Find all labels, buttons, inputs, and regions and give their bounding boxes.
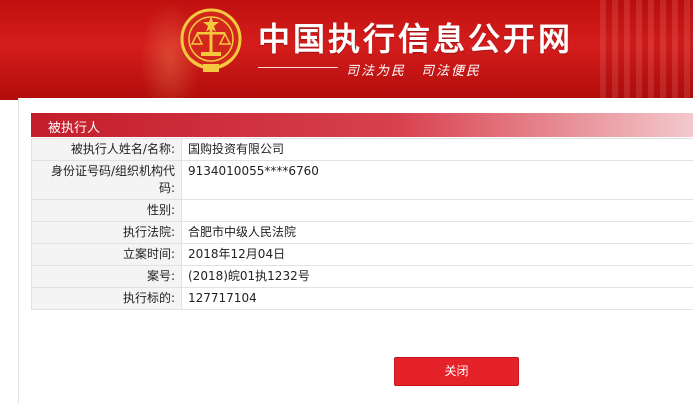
row-value: (2018)皖01执1232号 [181, 265, 693, 288]
row-value [181, 199, 693, 222]
row-label: 执行标的: [31, 287, 182, 310]
table-row: 案号: (2018)皖01执1232号 [31, 265, 693, 288]
table-row: 执行标的: 127717104 [31, 287, 693, 310]
row-label: 案号: [31, 265, 182, 288]
row-label: 性别: [31, 199, 182, 222]
site-title: 中国执行信息公开网 [258, 20, 574, 58]
table-row: 被执行人姓名/名称: 国购投资有限公司 [31, 138, 693, 161]
table-row: 执行法院: 合肥市中级人民法院 [31, 221, 693, 244]
panel-heading-label: 被执行人 [48, 121, 101, 136]
row-label: 被执行人姓名/名称: [31, 138, 182, 161]
row-value: 2018年12月04日 [181, 243, 693, 266]
building-decoration [600, 0, 693, 100]
row-value: 127717104 [181, 287, 693, 310]
row-label: 立案时间: [31, 243, 182, 266]
detail-panel: 被执行人 被执行人姓名/名称: 国购投资有限公司 身份证号码/组织机构代码: 9… [18, 98, 693, 404]
table-row: 立案时间: 2018年12月04日 [31, 243, 693, 266]
table-row: 身份证号码/组织机构代码: 9134010055****6760 [31, 160, 693, 200]
row-value: 国购投资有限公司 [181, 138, 693, 161]
row-label: 身份证号码/组织机构代码: [31, 160, 182, 200]
row-value: 合肥市中级人民法院 [181, 221, 693, 244]
court-emblem-icon [179, 6, 243, 76]
detail-table: 被执行人姓名/名称: 国购投资有限公司 身份证号码/组织机构代码: 913401… [31, 138, 693, 310]
row-label: 执行法院: [31, 221, 182, 244]
slogan-rule [258, 67, 338, 68]
site-slogan: 司法为民 司法便民 [346, 64, 482, 79]
row-value: 9134010055****6760 [181, 160, 693, 200]
table-row: 性别: [31, 199, 693, 222]
header-banner: 中国执行信息公开网 司法为民 司法便民 [0, 0, 693, 100]
slogan-group: 司法为民 司法便民 [258, 60, 588, 79]
panel-heading: 被执行人 [31, 113, 693, 137]
close-button[interactable]: 关闭 [394, 357, 519, 386]
